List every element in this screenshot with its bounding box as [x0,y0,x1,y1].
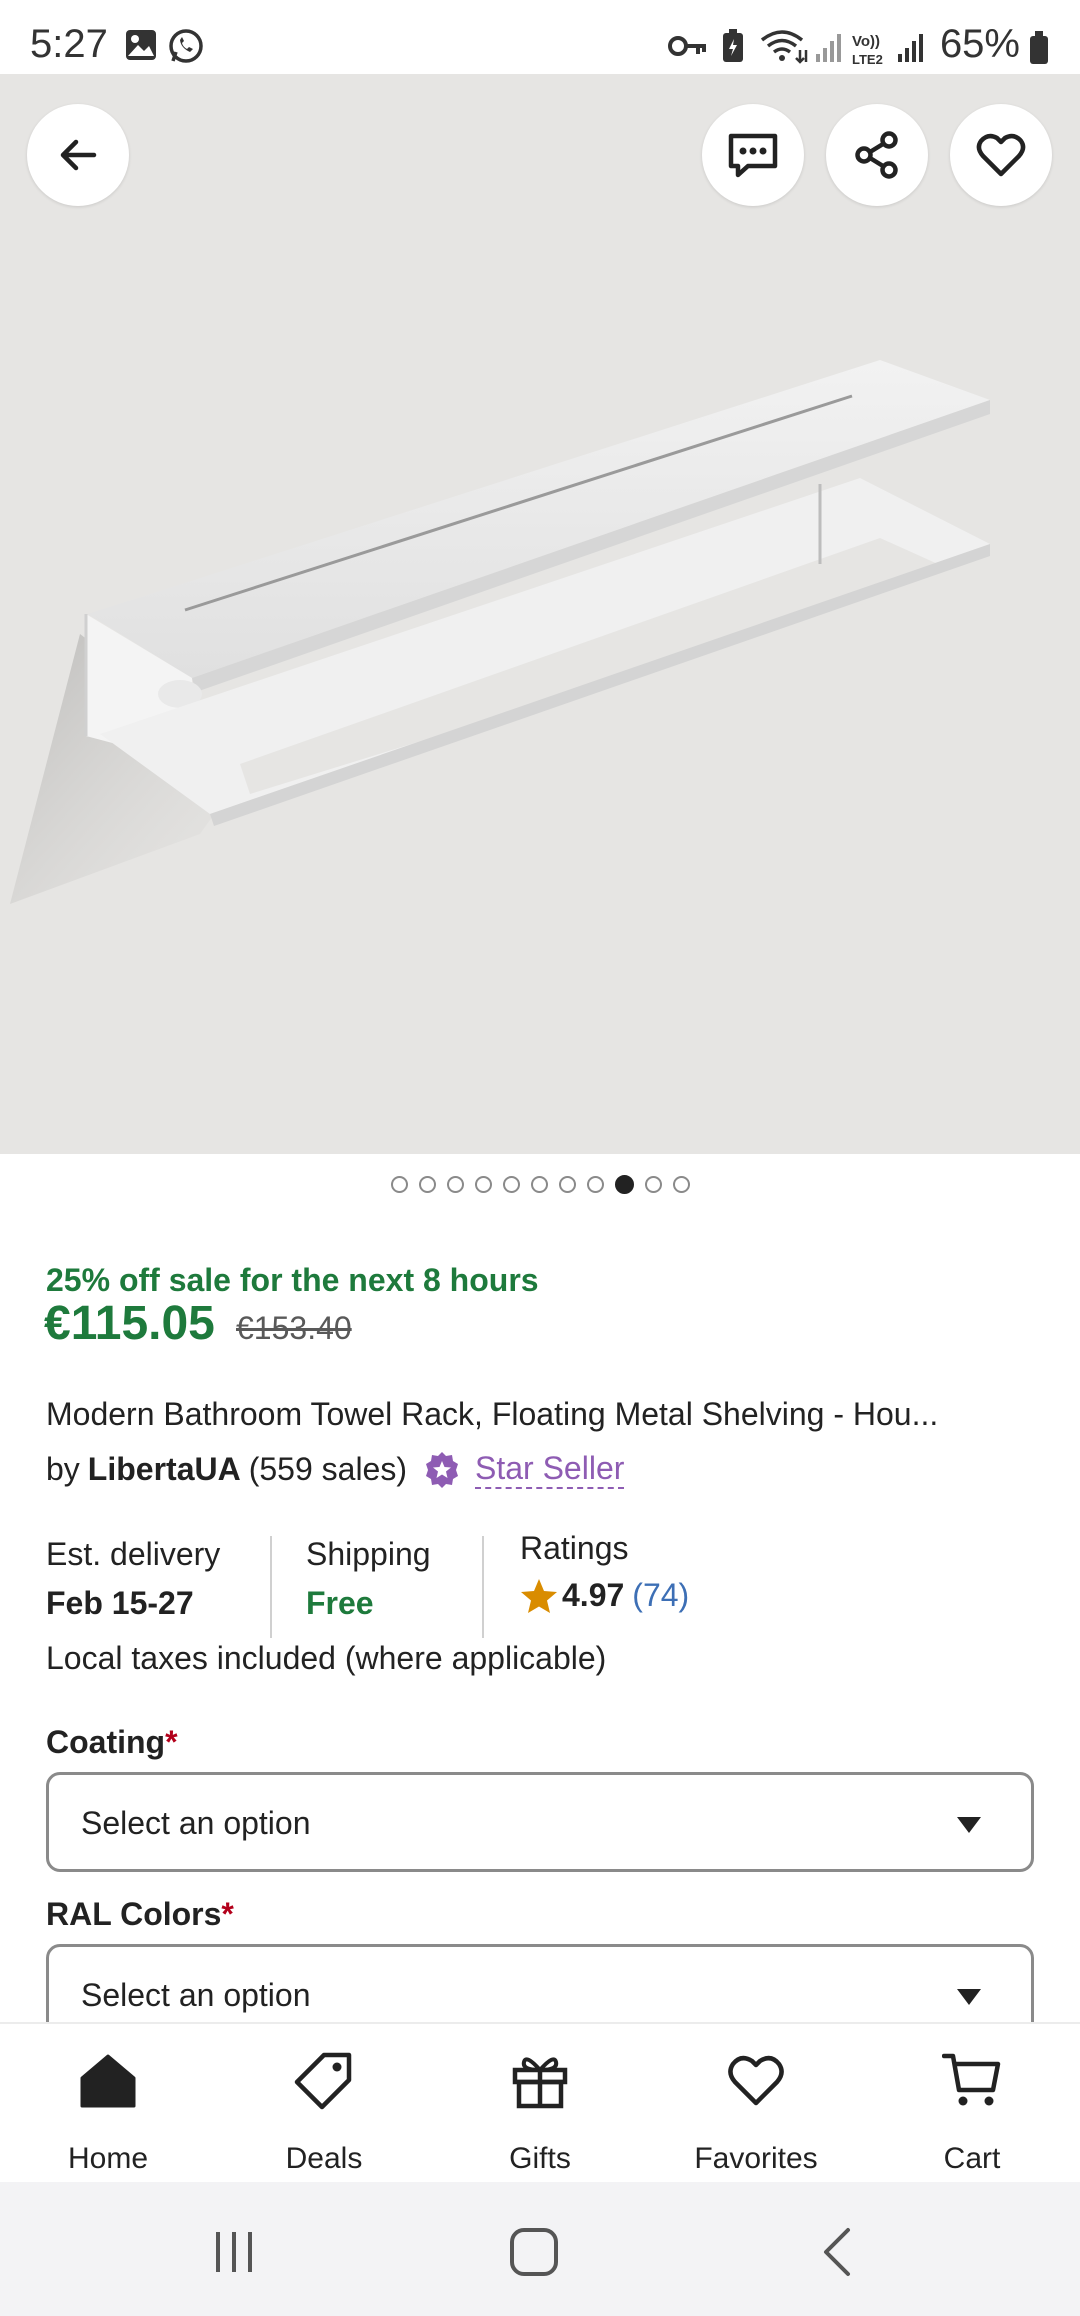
battery-icon [1030,31,1048,64]
shipping-value: Free [306,1585,374,1621]
share-button[interactable] [826,104,928,206]
carousel-dot[interactable] [644,1176,662,1193]
coating-label: Coating* [46,1724,178,1761]
star-icon [521,1578,557,1613]
status-time: 5:27 [30,22,108,66]
bottom-navigation: Home Deals Gifts Favorites Cart [0,2022,1080,2182]
nav-favorites[interactable]: Favorites [648,2024,864,2184]
recent-apps-icon[interactable] [204,2222,264,2282]
carousel-dot-active[interactable] [614,1175,634,1194]
delivery-value: Feb 15-27 [46,1585,194,1621]
signal-icon-2 [898,34,923,62]
product-title[interactable]: Modern Bathroom Towel Rack, Floating Met… [46,1396,938,1433]
system-navigation-bar [0,2182,1080,2316]
by-label: by [46,1451,80,1487]
carousel-dot[interactable] [558,1176,576,1193]
sale-banner: 25% off sale for the next 8 hours [46,1262,539,1298]
nav-cart-label: Cart [943,2142,1001,2175]
seller-line: by LibertaUA (559 sales) Star Seller [46,1450,625,1489]
info-row: Est. delivery Feb 15-27 Shipping Free Ra… [46,1530,1046,1638]
carousel-dot[interactable] [586,1176,604,1193]
nav-home-label: Home [67,2142,149,2175]
carousel-dot[interactable] [502,1176,520,1193]
ral-colors-label-text: RAL Colors [46,1896,222,1932]
battery-level: 65% [939,22,1020,66]
svg-text:LTE2: LTE2 [852,52,883,67]
original-price: €153.40 [236,1310,352,1346]
ratings-info[interactable]: Ratings 4.97 (74) [520,1530,689,1632]
taxes-note: Local taxes included (where applicable) [46,1640,607,1676]
message-seller-button[interactable] [702,104,804,206]
heart-icon [728,2055,784,2106]
product-image [10,360,990,904]
carousel-dot[interactable] [446,1176,464,1193]
coating-select-value: Select an option [81,1805,311,1841]
delivery-label: Est. delivery [46,1536,221,1572]
cart-icon [942,2053,1001,2106]
favorite-button[interactable] [950,104,1052,206]
status-bar: 5:27 Vo)) LTE2 65% [0,0,1080,74]
svg-text:Vo)): Vo)) [852,33,880,50]
arrow-left-icon [60,139,97,171]
tag-icon [294,2052,352,2110]
coating-label-text: Coating [46,1724,166,1760]
star-seller-badge-icon [426,1451,458,1488]
ratings-label: Ratings [520,1530,629,1566]
dropdown-arrow-icon [957,1989,981,2005]
required-marker: * [165,1724,178,1760]
rating-count[interactable]: (74) [632,1577,689,1614]
rating-score: 4.97 [562,1577,625,1613]
nav-deals[interactable]: Deals [216,2024,432,2184]
shipping-label: Shipping [306,1536,431,1572]
shipping-info: Shipping Free [306,1536,431,1638]
sales-count: (559 sales) [248,1451,407,1487]
gift-icon [512,2057,568,2109]
nav-cart[interactable]: Cart [864,2024,1080,2184]
seller-name[interactable]: LibertaUA [88,1451,241,1488]
carousel-dot[interactable] [418,1176,436,1193]
wifi-icon [760,30,808,64]
product-image-carousel[interactable] [0,74,1080,1154]
carousel-dot[interactable] [474,1176,492,1193]
divider [482,1536,484,1638]
ral-colors-select-value: Select an option [81,1977,311,2013]
divider [270,1536,272,1638]
back-system-icon[interactable] [808,2222,868,2282]
ral-colors-label: RAL Colors* [46,1896,234,1933]
home-system-icon[interactable] [504,2222,564,2282]
current-price: €115.05 [44,1297,215,1350]
heart-icon [976,133,1026,177]
vpn-key-icon [668,36,706,56]
chat-icon [728,133,778,178]
battery-saver-icon [723,29,743,62]
star-seller-link[interactable]: Star Seller [475,1450,625,1489]
required-marker: * [221,1896,234,1932]
signal-icon-1 [816,34,841,62]
rating-value: 4.97 (74) [520,1577,689,1614]
nav-gifts[interactable]: Gifts [432,2024,648,2184]
carousel-indicator [0,1175,1080,1194]
delivery-info: Est. delivery Feb 15-27 [46,1536,220,1638]
coating-select[interactable]: Select an option [46,1772,1034,1872]
dropdown-arrow-icon [957,1817,981,1833]
back-button[interactable] [27,104,129,206]
volte-icon: Vo)) LTE2 [852,33,883,67]
carousel-dot[interactable] [390,1176,408,1193]
carousel-dot[interactable] [672,1176,690,1193]
carousel-dot[interactable] [530,1176,548,1193]
home-icon [80,2054,136,2108]
nav-deals-label: Deals [285,2142,363,2175]
nav-gifts-label: Gifts [509,2142,571,2175]
nav-favorites-label: Favorites [694,2142,818,2175]
whatsapp-notification-icon [169,29,203,63]
share-icon [855,131,898,179]
nav-home[interactable]: Home [0,2024,216,2184]
gallery-notification-icon [126,30,156,60]
